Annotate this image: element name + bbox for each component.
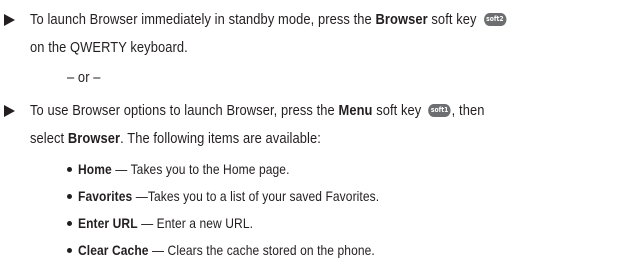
step-2-line-2-before: select — [30, 130, 68, 147]
step-1-line-2-text: on the QWERTY keyboard. — [30, 39, 188, 56]
step-2-text-before: To use Browser options to launch Browser… — [30, 102, 339, 119]
step-1-text-before: To launch Browser immediately in standby… — [30, 11, 376, 28]
item-clear-cache-bullet-icon — [67, 248, 72, 253]
step-2-bold: Menu — [338, 102, 373, 119]
soft1-key-icon: soft1 — [428, 103, 451, 117]
item-home-bullet-icon — [67, 167, 72, 172]
item-description: —Takes you to a list of your saved Favor… — [132, 188, 380, 204]
step-2-line-2-bold: Browser — [67, 130, 121, 147]
item-name: Favorites — [78, 188, 133, 204]
step-1-arrow-icon — [4, 14, 15, 26]
item-favorites-bullet-icon — [67, 194, 72, 199]
list-item-enter-url: Enter URL — Enter a new URL. — [78, 213, 253, 233]
item-enter-url-bullet-icon — [67, 221, 72, 226]
step-2-line-1: To use Browser options to launch Browser… — [30, 101, 484, 121]
list-item-clear-cache: Clear Cache — Clears the cache stored on… — [78, 240, 375, 260]
list-item-home: Home — Takes you to the Home page. — [78, 159, 290, 179]
or-separator: – or – — [67, 68, 101, 88]
item-name: Home — [78, 161, 112, 177]
item-description: — Enter a new URL. — [137, 215, 254, 231]
item-name: Enter URL — [78, 215, 138, 231]
step-1-text-after: soft key — [427, 11, 481, 28]
or-separator-text: – or – — [67, 69, 101, 86]
step-2-line-2-after: . The following items are available: — [120, 130, 321, 147]
step-2-line-2: select Browser. The following items are … — [30, 129, 321, 149]
soft2-key-icon: soft2 — [483, 12, 507, 26]
item-description: — Clears the cache stored on the phone. — [148, 242, 375, 258]
step-1-line-1: To launch Browser immediately in standby… — [30, 10, 507, 30]
list-item-favorites: Favorites —Takes you to a list of your s… — [78, 186, 379, 206]
step-2-arrow-icon — [4, 105, 15, 117]
step-2-text-end: , then — [451, 102, 485, 119]
step-1-line-2: on the QWERTY keyboard. — [30, 38, 188, 58]
step-2-text-after: soft key — [372, 102, 426, 119]
item-name: Clear Cache — [78, 242, 149, 258]
item-description: — Takes you to the Home page. — [111, 161, 290, 177]
step-1-bold: Browser — [375, 11, 428, 28]
manual-page: To launch Browser immediately in standby… — [0, 0, 622, 274]
